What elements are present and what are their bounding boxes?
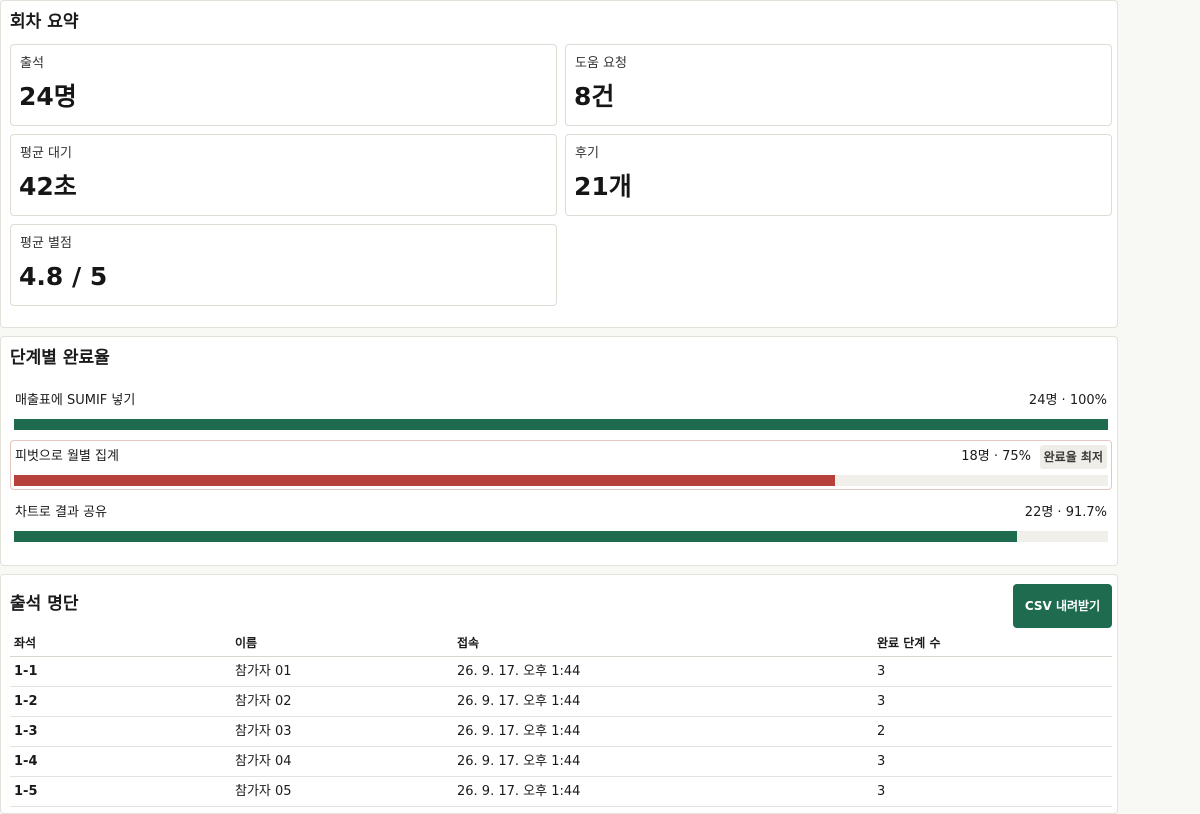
name-cell: 참가자 04: [235, 754, 292, 769]
column-header-seat[interactable]: 좌석: [14, 627, 36, 659]
column-header-connected[interactable]: 접속: [457, 627, 479, 659]
column-header-name[interactable]: 이름: [235, 627, 257, 659]
step-row-sumif: 매출표에 SUMIF 넣기 24명 · 100%: [10, 384, 1112, 434]
table-header: 좌석 이름 접속 완료 단계 수: [10, 627, 1112, 657]
stat-label: 후기: [575, 146, 599, 161]
steps-title: 단계별 완료율: [10, 348, 110, 368]
completed-steps-cell: 3: [877, 784, 886, 799]
seat-cell: 1-4: [14, 754, 38, 769]
table-row[interactable]: 1-4 참가자 04 26. 9. 17. 오후 1:44 3: [10, 747, 1112, 777]
stat-label: 출석: [20, 56, 44, 71]
stat-value: 21개: [574, 172, 632, 201]
seat-cell: 1-3: [14, 724, 38, 739]
table-row[interactable]: 1-3 참가자 03 26. 9. 17. 오후 1:44 2: [10, 717, 1112, 747]
name-cell: 참가자 02: [235, 694, 292, 709]
stat-value: 42초: [19, 172, 77, 201]
progress-fill: [14, 419, 1108, 430]
completed-steps-cell: 3: [877, 754, 886, 769]
attendance-title: 출석 명단: [10, 594, 79, 614]
step-name: 매출표에 SUMIF 넣기: [15, 393, 136, 408]
connected-cell: 26. 9. 17. 오후 1:44: [457, 724, 581, 739]
table-row[interactable]: 1-5 참가자 05 26. 9. 17. 오후 1:44 3: [10, 777, 1112, 807]
connected-cell: 26. 9. 17. 오후 1:44: [457, 784, 581, 799]
attendance-table: 좌석 이름 접속 완료 단계 수 1-1 참가자 01 26. 9. 17. 오…: [10, 627, 1112, 807]
completed-steps-cell: 2: [877, 724, 886, 739]
step-name: 피벗으로 월별 집계: [15, 449, 119, 464]
stat-value: 4.8 / 5: [19, 262, 108, 291]
stat-value: 8건: [574, 82, 615, 111]
stat-card-avg-rating: 평균 별점 4.8 / 5: [10, 224, 557, 306]
step-row-chart: 차트로 결과 공유 22명 · 91.7%: [10, 496, 1112, 546]
table-row[interactable]: 1-1 참가자 01 26. 9. 17. 오후 1:44 3: [10, 657, 1112, 687]
step-stat: 24명 · 100%: [1028, 393, 1107, 408]
column-header-completed-steps[interactable]: 완료 단계 수: [877, 627, 941, 659]
lowest-rate-badge: 완료율 최저: [1039, 445, 1107, 469]
connected-cell: 26. 9. 17. 오후 1:44: [457, 754, 581, 769]
step-stat: 18명 · 75%: [961, 449, 1031, 464]
connected-cell: 26. 9. 17. 오후 1:44: [457, 694, 581, 709]
summary-title: 회차 요약: [10, 12, 79, 32]
completed-steps-cell: 3: [877, 664, 886, 679]
stat-value: 24명: [19, 82, 77, 111]
progress-fill: [14, 531, 1018, 542]
name-cell: 참가자 03: [235, 724, 292, 739]
stat-card-avg-wait: 평균 대기 42초: [10, 134, 557, 216]
attendance-panel: 출석 명단 CSV 내려받기 좌석 이름 접속 완료 단계 수 1-1 참가자 …: [0, 574, 1118, 814]
connected-cell: 26. 9. 17. 오후 1:44: [457, 664, 581, 679]
seat-cell: 1-1: [14, 664, 38, 679]
csv-download-button[interactable]: CSV 내려받기: [1013, 584, 1112, 628]
name-cell: 참가자 05: [235, 784, 292, 799]
step-completion-panel: 단계별 완료율 매출표에 SUMIF 넣기 24명 · 100% 피벗으로 월별…: [0, 336, 1118, 566]
stat-card-help-requests: 도움 요청 8건: [565, 44, 1112, 126]
session-summary-panel: 회차 요약 출석 24명 도움 요청 8건 평균 대기 42초 후기 21개 평…: [0, 0, 1118, 328]
progress-track: [14, 475, 1108, 486]
completed-steps-cell: 3: [877, 694, 886, 709]
progress-track: [14, 419, 1108, 430]
step-row-pivot: 피벗으로 월별 집계 18명 · 75% 완료율 최저: [10, 440, 1112, 490]
seat-cell: 1-2: [14, 694, 38, 709]
step-stat: 22명 · 91.7%: [1024, 505, 1107, 520]
stat-label: 평균 대기: [20, 146, 72, 161]
progress-track: [14, 531, 1108, 542]
seat-cell: 1-5: [14, 784, 38, 799]
step-name: 차트로 결과 공유: [15, 505, 107, 520]
stat-card-reviews: 후기 21개: [565, 134, 1112, 216]
stat-card-attendance: 출석 24명: [10, 44, 557, 126]
table-row[interactable]: 1-2 참가자 02 26. 9. 17. 오후 1:44 3: [10, 687, 1112, 717]
stat-label: 평균 별점: [20, 236, 72, 251]
stat-label: 도움 요청: [575, 56, 627, 71]
progress-fill: [14, 475, 835, 486]
name-cell: 참가자 01: [235, 664, 292, 679]
